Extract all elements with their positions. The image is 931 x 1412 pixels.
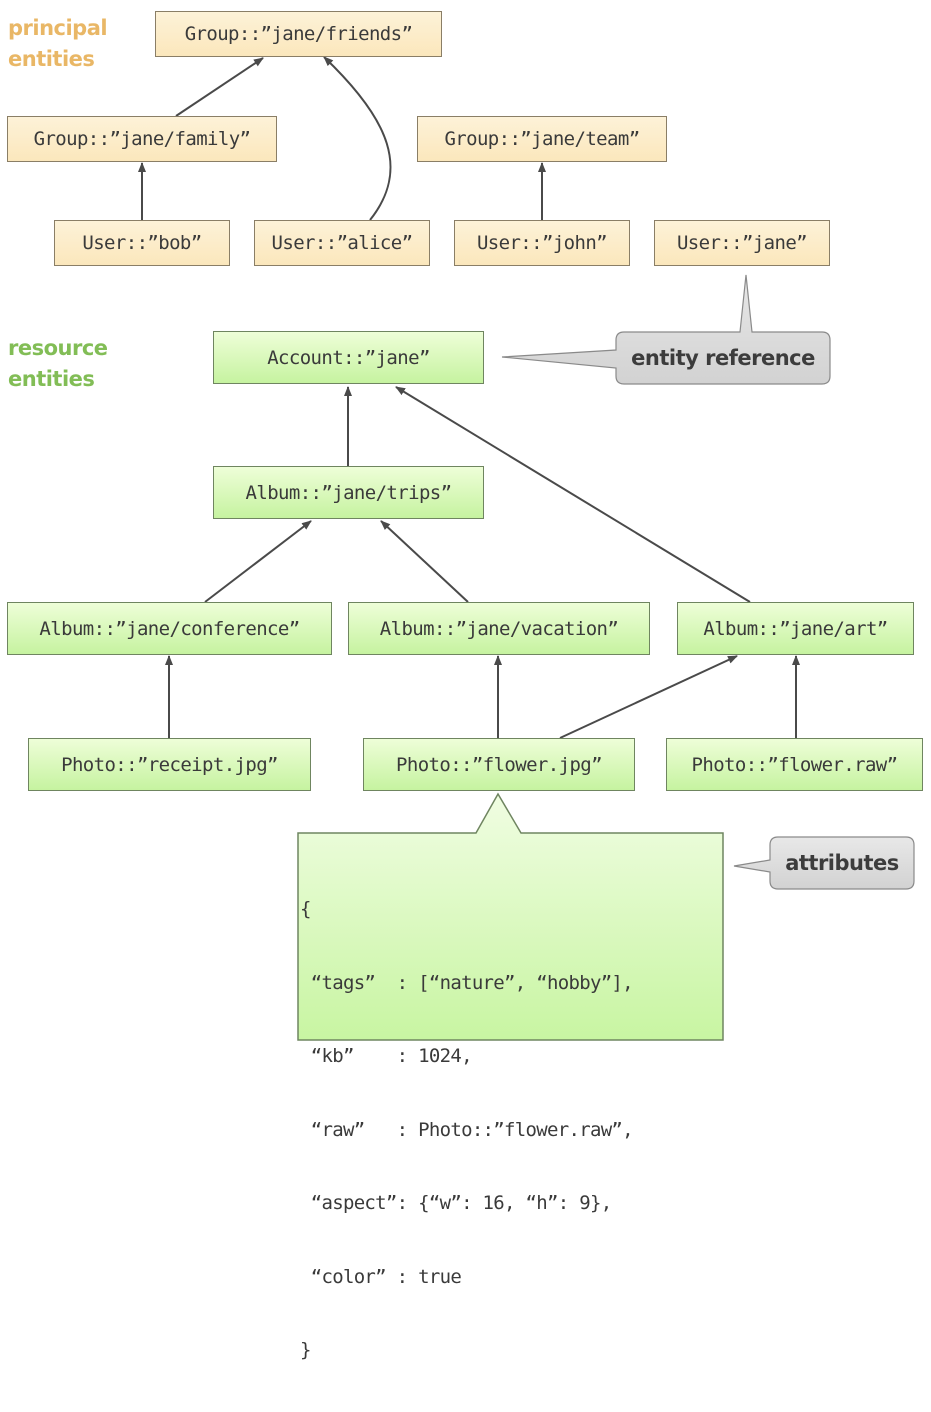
edge-alice-to-friends bbox=[323, 56, 392, 221]
node-user-alice[interactable]: User::”alice” bbox=[254, 220, 430, 266]
attr-line: } bbox=[300, 1339, 311, 1361]
attributes-callout: attributes bbox=[785, 851, 899, 875]
edge-flowerjpg-to-art bbox=[559, 655, 738, 739]
attributes-block: { “tags” : [“nature”, “hobby”], “kb” : 1… bbox=[300, 848, 634, 1412]
node-group-jane-family[interactable]: Group::”jane/family” bbox=[7, 116, 277, 162]
attr-line-raw: “raw” : Photo::”flower.raw”, bbox=[300, 1118, 634, 1141]
node-album-jane-vacation[interactable]: Album::”jane/vacation” bbox=[348, 602, 650, 655]
principal-entities-label: principal entities bbox=[8, 16, 108, 71]
edge-vacation-to-trips bbox=[380, 520, 469, 603]
resource-entities-label: resource entities bbox=[8, 336, 108, 391]
entity-diagram: principal entities resource entities Gro… bbox=[0, 0, 931, 1361]
node-photo-receipt-jpg[interactable]: Photo::”receipt.jpg” bbox=[28, 738, 311, 791]
node-user-bob[interactable]: User::”bob” bbox=[54, 220, 230, 266]
node-group-jane-friends[interactable]: Group::”jane/friends” bbox=[155, 11, 442, 57]
node-album-jane-conference[interactable]: Album::”jane/conference” bbox=[7, 602, 332, 655]
edge-family-to-friends bbox=[175, 57, 264, 117]
entity-reference-callout: entity reference bbox=[631, 346, 815, 370]
node-user-jane[interactable]: User::”jane” bbox=[654, 220, 830, 266]
node-album-jane-art[interactable]: Album::”jane/art” bbox=[677, 602, 914, 655]
node-photo-flower-raw[interactable]: Photo::”flower.raw” bbox=[666, 738, 923, 791]
edge-conference-to-trips bbox=[204, 520, 312, 603]
node-group-jane-team[interactable]: Group::”jane/team” bbox=[417, 116, 667, 162]
attr-line-aspect: “aspect”: {“w”: 16, “h”: 9}, bbox=[300, 1192, 612, 1214]
attr-line-tags: “tags” : [“nature”, “hobby”], bbox=[300, 971, 634, 994]
node-account-jane[interactable]: Account::”jane” bbox=[213, 331, 484, 384]
attr-line: { bbox=[300, 898, 311, 920]
attr-line-color: “color” : true bbox=[300, 1265, 462, 1288]
node-user-john[interactable]: User::”john” bbox=[454, 220, 630, 266]
node-photo-flower-jpg[interactable]: Photo::”flower.jpg” bbox=[363, 738, 635, 791]
attr-line-kb: “kb” : 1024, bbox=[300, 1045, 473, 1067]
node-album-jane-trips[interactable]: Album::”jane/trips” bbox=[213, 466, 484, 519]
